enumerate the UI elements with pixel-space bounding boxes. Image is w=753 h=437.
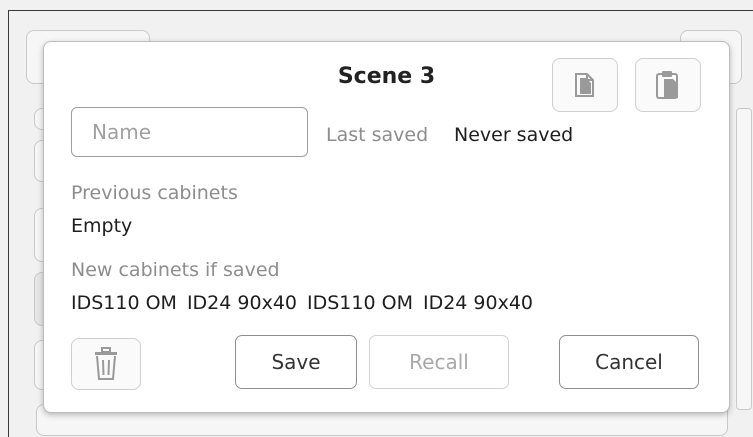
delete-button[interactable] — [71, 338, 141, 390]
copy-button[interactable] — [552, 58, 618, 112]
cancel-button[interactable]: Cancel — [559, 335, 699, 389]
paste-button[interactable] — [635, 58, 701, 112]
cabinet-item: ID24 90x40 — [186, 292, 298, 314]
last-saved-value: Never saved — [454, 124, 574, 146]
cabinet-item: ID24 90x40 — [422, 292, 534, 314]
copy-icon — [575, 73, 594, 97]
background-border-top — [8, 10, 753, 11]
background-border-left — [8, 10, 9, 437]
save-button[interactable]: Save — [235, 335, 357, 389]
dialog-title: Scene 3 — [337, 64, 436, 89]
new-cabinets-label: New cabinets if saved — [71, 259, 280, 281]
cabinet-item: IDS110 OM — [71, 292, 177, 314]
previous-cabinets-label: Previous cabinets — [71, 182, 238, 204]
cabinet-item: IDS110 OM — [307, 292, 413, 314]
name-input[interactable] — [71, 107, 308, 157]
trash-icon — [95, 347, 117, 380]
background-scroll — [736, 108, 752, 410]
last-saved-label: Last saved — [326, 124, 429, 146]
scene-dialog: Scene 3 Last saved Never saved Previous … — [43, 41, 730, 413]
recall-button[interactable]: Recall — [369, 335, 509, 389]
new-cabinets-list: IDS110 OM ID24 90x40 IDS110 OM ID24 90x4… — [71, 292, 543, 314]
previous-cabinets-value: Empty — [71, 215, 133, 237]
paste-icon — [656, 71, 678, 99]
